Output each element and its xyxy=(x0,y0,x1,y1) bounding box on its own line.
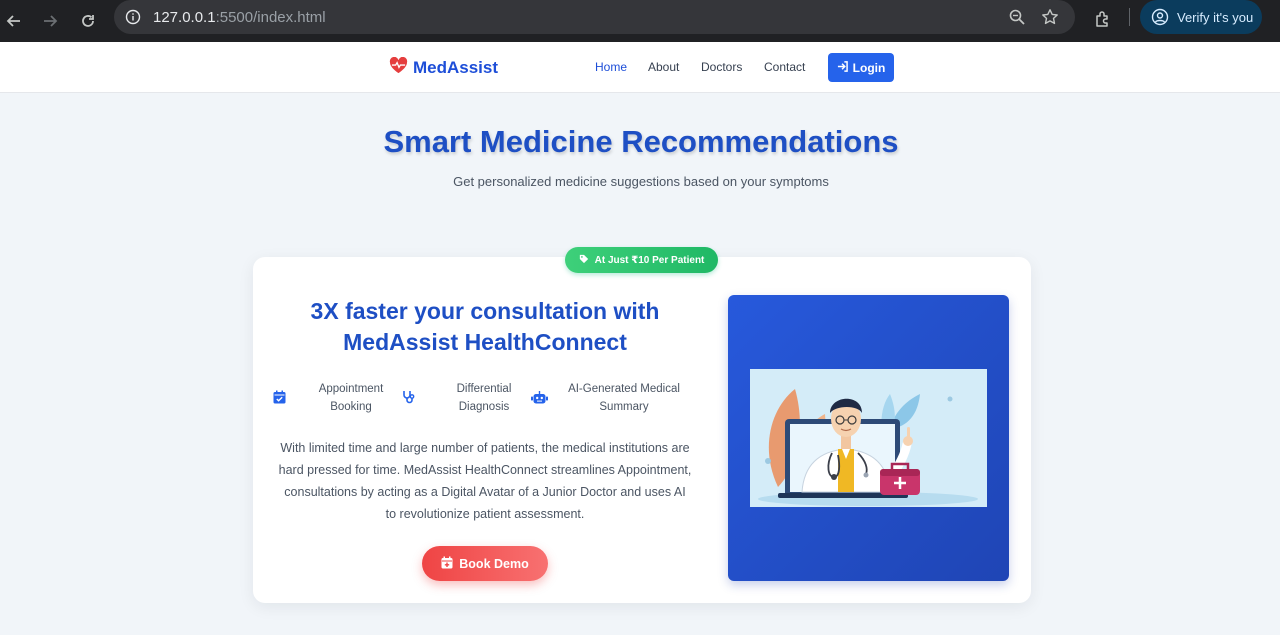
bookmark-star-icon[interactable] xyxy=(1041,8,1059,31)
login-label: Login xyxy=(852,60,886,75)
nav-contact-link[interactable]: Contact xyxy=(764,60,805,74)
feature-label-line: Differential xyxy=(456,383,512,395)
feature-label-line: Appointment xyxy=(318,383,384,395)
nav-home-link[interactable]: Home xyxy=(595,60,627,74)
card-description: With limited time and large number of pa… xyxy=(278,441,692,521)
heartbeat-icon xyxy=(389,56,408,79)
verify-label: Verify it's you xyxy=(1177,9,1254,25)
card-title-line1: 3X faster your consultation with xyxy=(310,298,660,324)
tag-icon xyxy=(579,254,589,267)
feature-label-line: AI-Generated Medical xyxy=(568,383,680,395)
book-demo-button[interactable]: Book Demo xyxy=(422,546,548,581)
hero-subtitle: Get personalized medicine suggestions ba… xyxy=(453,174,829,189)
feature-differential-diagnosis: Differential Diagnosis xyxy=(402,380,536,416)
stethoscope-icon xyxy=(402,390,416,409)
feature-ai-summary: AI-Generated Medical Summary xyxy=(531,380,686,416)
feature-label-appointment: Appointment Booking xyxy=(302,380,400,416)
book-demo-label: Book Demo xyxy=(459,556,529,571)
card-title: 3X faster your consultation with MedAssi… xyxy=(272,296,698,358)
feature-label-ai-summary: AI-Generated Medical Summary xyxy=(562,380,686,416)
feature-label-diagnosis: Differential Diagnosis xyxy=(432,380,536,416)
site-header: MedAssist Home About Doctors Contact Log… xyxy=(0,42,1280,93)
brand-name: MedAssist xyxy=(413,58,499,77)
url-text: 127.0.0.1:5500/index.html xyxy=(153,9,326,26)
login-button[interactable]: Login xyxy=(828,53,894,82)
nav-about-link[interactable]: About xyxy=(648,60,679,74)
extensions-icon[interactable] xyxy=(1091,7,1115,31)
card-title-line2: MedAssist HealthConnect xyxy=(343,329,627,355)
zoom-icon[interactable] xyxy=(1008,8,1026,31)
calendar-check-icon xyxy=(273,390,286,409)
site-info-icon[interactable] xyxy=(125,9,141,30)
price-badge-label: At Just ₹10 Per Patient xyxy=(594,254,705,266)
address-bar[interactable]: 127.0.0.1:5500/index.html xyxy=(114,0,1075,34)
verify-profile-button[interactable]: Verify it's you xyxy=(1140,0,1262,34)
url-path: :5500/index.html xyxy=(215,8,326,26)
reload-icon[interactable] xyxy=(74,7,102,35)
profile-icon xyxy=(1151,8,1169,31)
feature-label-line: Booking xyxy=(330,401,372,413)
doctor-telehealth-illustration xyxy=(750,369,987,507)
toolbar-divider xyxy=(1129,8,1130,26)
back-icon[interactable] xyxy=(0,7,28,35)
price-badge: At Just ₹10 Per Patient xyxy=(565,247,718,273)
browser-toolbar: 127.0.0.1:5500/index.html Verify it's yo… xyxy=(0,0,1280,42)
forward-icon[interactable] xyxy=(36,7,64,35)
feature-label-line: Diagnosis xyxy=(458,401,510,413)
robot-icon xyxy=(531,391,548,409)
feature-appointment-booking: Appointment Booking xyxy=(273,380,400,416)
brand-logo[interactable]: MedAssist xyxy=(389,56,499,79)
nav-doctors-link[interactable]: Doctors xyxy=(701,60,742,74)
calendar-plus-icon xyxy=(441,556,453,572)
url-host: 127.0.0.1 xyxy=(153,8,216,26)
sign-in-icon xyxy=(837,60,848,75)
feature-label-line: Summary xyxy=(599,401,649,413)
hero-title: Smart Medicine Recommendations xyxy=(383,124,899,159)
